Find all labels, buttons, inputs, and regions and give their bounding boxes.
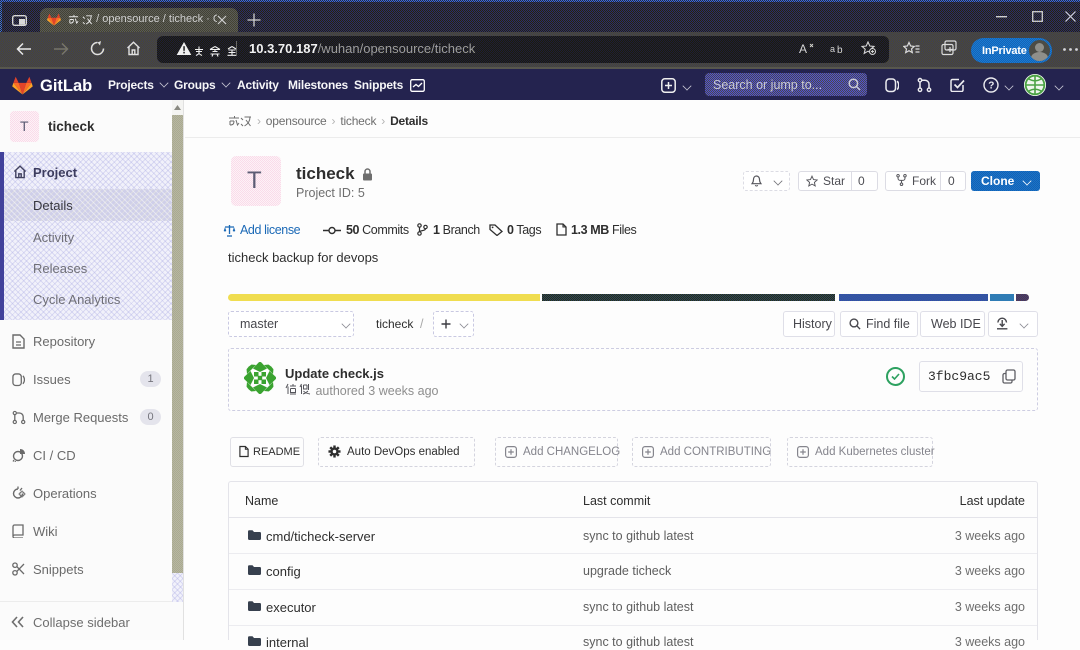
svg-text:?: ? <box>988 81 994 92</box>
svg-text:b: b <box>837 45 843 54</box>
svg-text:a: a <box>830 44 835 54</box>
svg-text:A: A <box>799 42 807 55</box>
